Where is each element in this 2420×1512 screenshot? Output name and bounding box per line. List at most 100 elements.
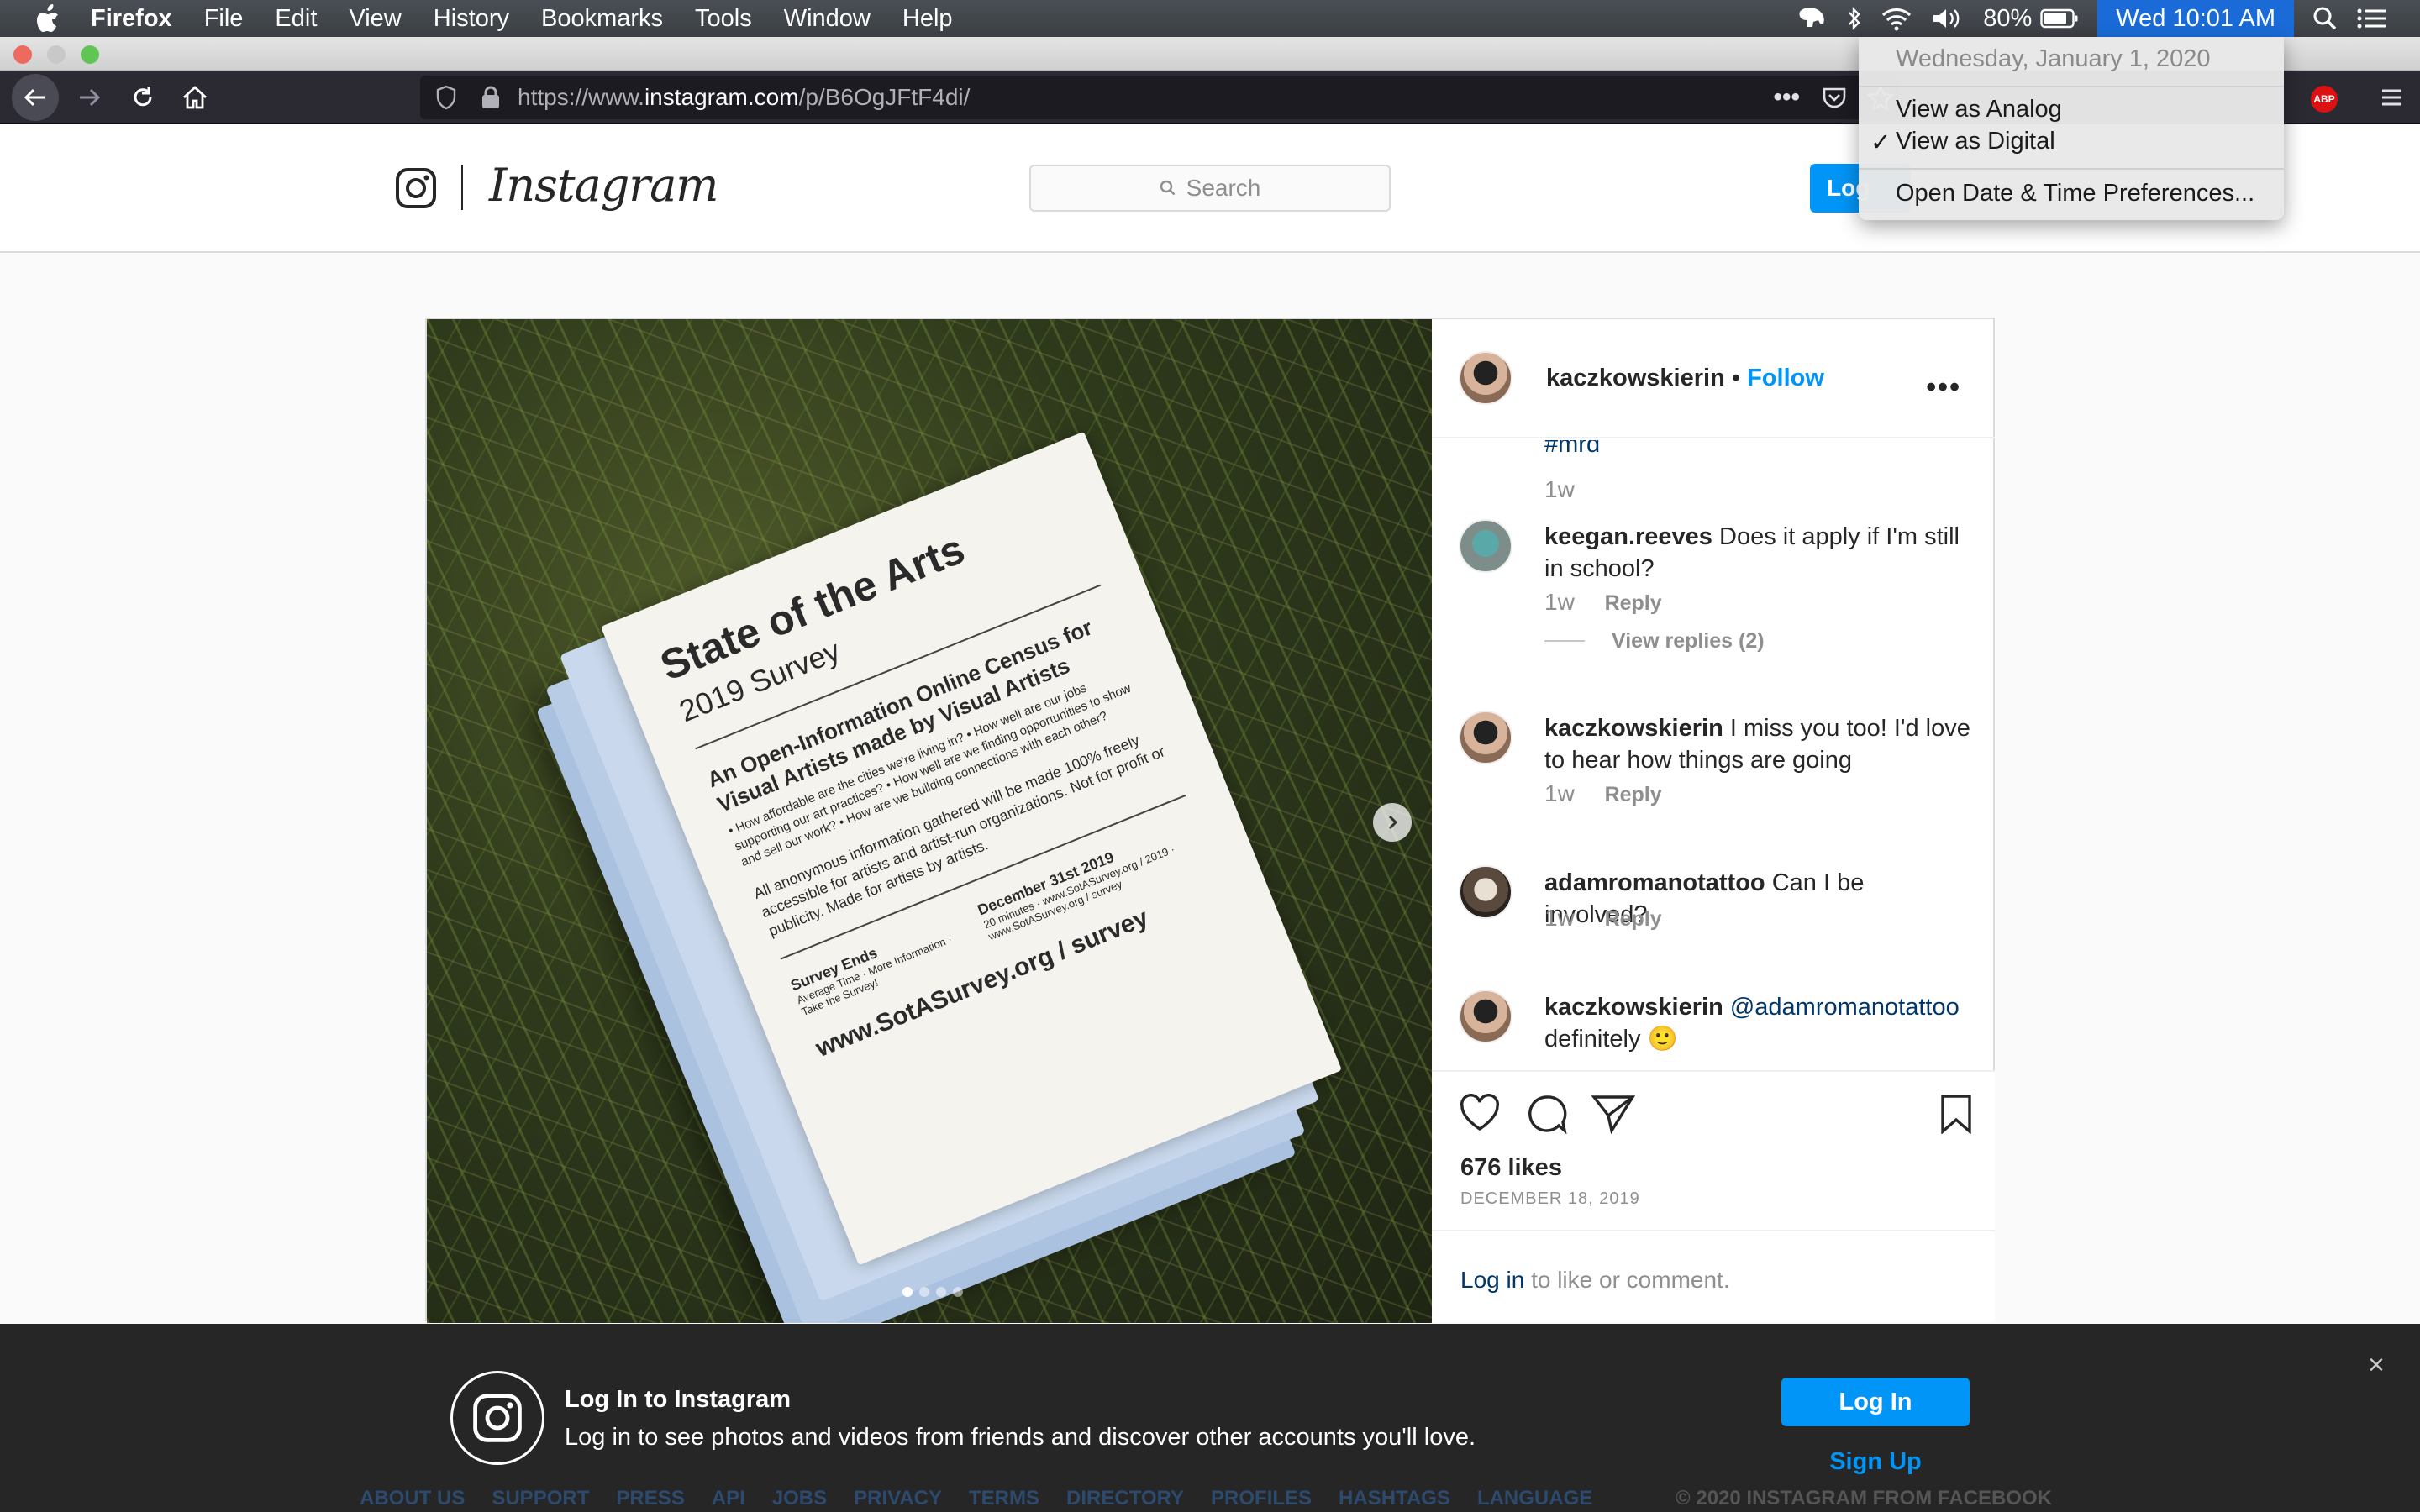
post-photo[interactable]: State of the Arts 2019 Survey An Open-In…	[427, 319, 1432, 1323]
post-sidebar: kaczkowskierin • Follow ••• #mrd 1w keeg…	[1432, 319, 1995, 1323]
menubar-clock[interactable]: Wed 10:01 AM	[2097, 0, 2294, 37]
forward-button[interactable]	[69, 77, 109, 118]
footer-link[interactable]: SUPPORT	[492, 1487, 589, 1510]
caption-hashtag[interactable]: #mrd	[1544, 440, 1973, 460]
adblock-plus-icon[interactable]: ABP	[2311, 86, 2338, 113]
banner-title: Log In to Instagram	[565, 1386, 792, 1413]
commenter-avatar[interactable]	[1459, 519, 1512, 573]
follow-button[interactable]: Follow	[1747, 365, 1824, 391]
menu-current-date: Wednesday, January 1, 2020	[1896, 45, 2211, 72]
author-line: kaczkowskierin • Follow	[1546, 365, 1824, 392]
menu-file[interactable]: File	[204, 5, 244, 33]
comment-username[interactable]: kaczkowskierin	[1544, 994, 1723, 1021]
footer-link[interactable]: ABOUT US	[360, 1487, 465, 1510]
footer-link[interactable]: DIRECTORY	[1066, 1487, 1184, 1510]
close-icon[interactable]: ×	[2368, 1349, 2385, 1382]
window-zoom-button[interactable]	[81, 45, 99, 64]
caption-time: 1w	[1544, 476, 1575, 502]
home-icon	[183, 86, 207, 109]
footer-link[interactable]: LANGUAGE	[1477, 1487, 1592, 1510]
window-minimize-button[interactable]	[47, 45, 66, 64]
spotlight-search-icon[interactable]	[2312, 6, 2338, 31]
menu-history[interactable]: History	[434, 5, 509, 33]
reply-button[interactable]: Reply	[1605, 783, 1662, 806]
carousel-dot	[953, 1287, 963, 1297]
comment-time: 1w	[1544, 780, 1575, 806]
shield-icon[interactable]	[435, 85, 457, 110]
menu-help[interactable]: Help	[902, 5, 953, 33]
reply-button[interactable]: Reply	[1605, 591, 1662, 615]
bookmark-icon[interactable]	[1939, 1094, 1973, 1134]
carousel-dot	[902, 1287, 913, 1297]
menu-window[interactable]: Window	[784, 5, 871, 33]
reply-button[interactable]: Reply	[1605, 907, 1662, 931]
menu-edit[interactable]: Edit	[275, 5, 317, 33]
url-text[interactable]: https://www.instagram.com/p/B6OgJFtF4di/	[518, 84, 970, 111]
search-placeholder: Search	[1186, 175, 1261, 201]
commenter-avatar[interactable]	[1459, 711, 1512, 764]
heart-icon[interactable]	[1459, 1094, 1501, 1132]
page-actions-icon[interactable]: •••	[1773, 83, 1800, 112]
login-link[interactable]: Log in	[1460, 1267, 1524, 1293]
banner-login-button[interactable]: Log In	[1781, 1378, 1970, 1426]
comment-text: kaczkowskierin I miss you too! I'd love …	[1544, 712, 1973, 776]
menu-date-time-preferences[interactable]: Open Date & Time Preferences...	[1896, 180, 2254, 207]
comment-username[interactable]: adamromanotattoo	[1544, 869, 1765, 896]
hamburger-menu-icon[interactable]	[2380, 86, 2403, 109]
back-button[interactable]	[12, 74, 59, 121]
menu-app-firefox[interactable]: Firefox	[91, 5, 172, 33]
more-options-icon[interactable]: •••	[1926, 371, 1961, 404]
comment-text: keegan.reeves Does it apply if I'm still…	[1544, 521, 1973, 585]
instagram-wordmark[interactable]: Instagram	[489, 159, 718, 212]
window-close-button[interactable]	[13, 45, 32, 64]
menu-view-analog[interactable]: View as Analog	[1896, 96, 2062, 123]
follow-separator: •	[1731, 365, 1748, 391]
menu-view-digital[interactable]: View as Digital	[1896, 128, 2055, 155]
home-button[interactable]	[175, 77, 215, 118]
comment-username[interactable]: keegan.reeves	[1544, 523, 1712, 550]
comment-mention[interactable]: @adamromanotattoo	[1730, 994, 1960, 1021]
pocket-icon[interactable]	[1822, 85, 1847, 110]
notification-center-icon[interactable]	[2356, 7, 2386, 30]
battery-percent: 80%	[1983, 4, 2033, 32]
reload-button[interactable]	[123, 77, 163, 118]
footer-link[interactable]: PRESS	[616, 1487, 684, 1510]
wifi-icon[interactable]	[1881, 6, 1912, 31]
arrow-left-icon	[24, 88, 45, 107]
footer-link[interactable]: API	[712, 1487, 745, 1510]
author-username[interactable]: kaczkowskierin	[1546, 365, 1725, 391]
banner-signup-link[interactable]: Sign Up	[1781, 1448, 1970, 1476]
apple-icon[interactable]	[35, 4, 60, 33]
comment-time: 1w	[1544, 589, 1575, 615]
comment-username[interactable]: kaczkowskierin	[1544, 715, 1723, 742]
author-avatar[interactable]	[1459, 351, 1512, 405]
footer-link[interactable]: JOBS	[772, 1487, 827, 1510]
comment-body: definitely 🙂	[1544, 1026, 1678, 1053]
footer-link[interactable]: PROFILES	[1211, 1487, 1312, 1510]
volume-icon[interactable]	[1931, 6, 1965, 31]
footer-link[interactable]: HASHTAGS	[1339, 1487, 1450, 1510]
footer-link[interactable]: PRIVACY	[854, 1487, 942, 1510]
macos-menubar: Firefox File Edit View History Bookmarks…	[0, 0, 2420, 37]
carousel-next-button[interactable]	[1373, 803, 1412, 842]
search-input[interactable]: Search	[1029, 165, 1391, 212]
menu-view[interactable]: View	[349, 5, 401, 33]
share-icon[interactable]	[1591, 1094, 1635, 1134]
commenter-avatar[interactable]	[1459, 865, 1512, 919]
carousel-dot	[936, 1287, 946, 1297]
bluetooth-icon[interactable]	[1847, 6, 1862, 31]
address-bar[interactable]: https://www.instagram.com/p/B6OgJFtF4di/…	[420, 76, 1899, 119]
carousel-dots	[902, 1287, 963, 1297]
instagram-camera-icon[interactable]	[395, 167, 437, 209]
lock-icon[interactable]	[481, 85, 501, 110]
footer-link[interactable]: TERMS	[969, 1487, 1039, 1510]
menu-bookmarks[interactable]: Bookmarks	[541, 5, 663, 33]
commenter-avatar[interactable]	[1459, 990, 1512, 1043]
menu-tools[interactable]: Tools	[695, 5, 752, 33]
view-replies-button[interactable]: View replies (2)	[1544, 625, 1765, 657]
comment-icon[interactable]	[1526, 1094, 1568, 1134]
carousel-dot	[919, 1287, 929, 1297]
likes-count[interactable]: 676 likes	[1460, 1154, 1562, 1182]
evernote-elephant-icon[interactable]	[1795, 5, 1828, 32]
battery-icon[interactable]	[2040, 8, 2079, 29]
